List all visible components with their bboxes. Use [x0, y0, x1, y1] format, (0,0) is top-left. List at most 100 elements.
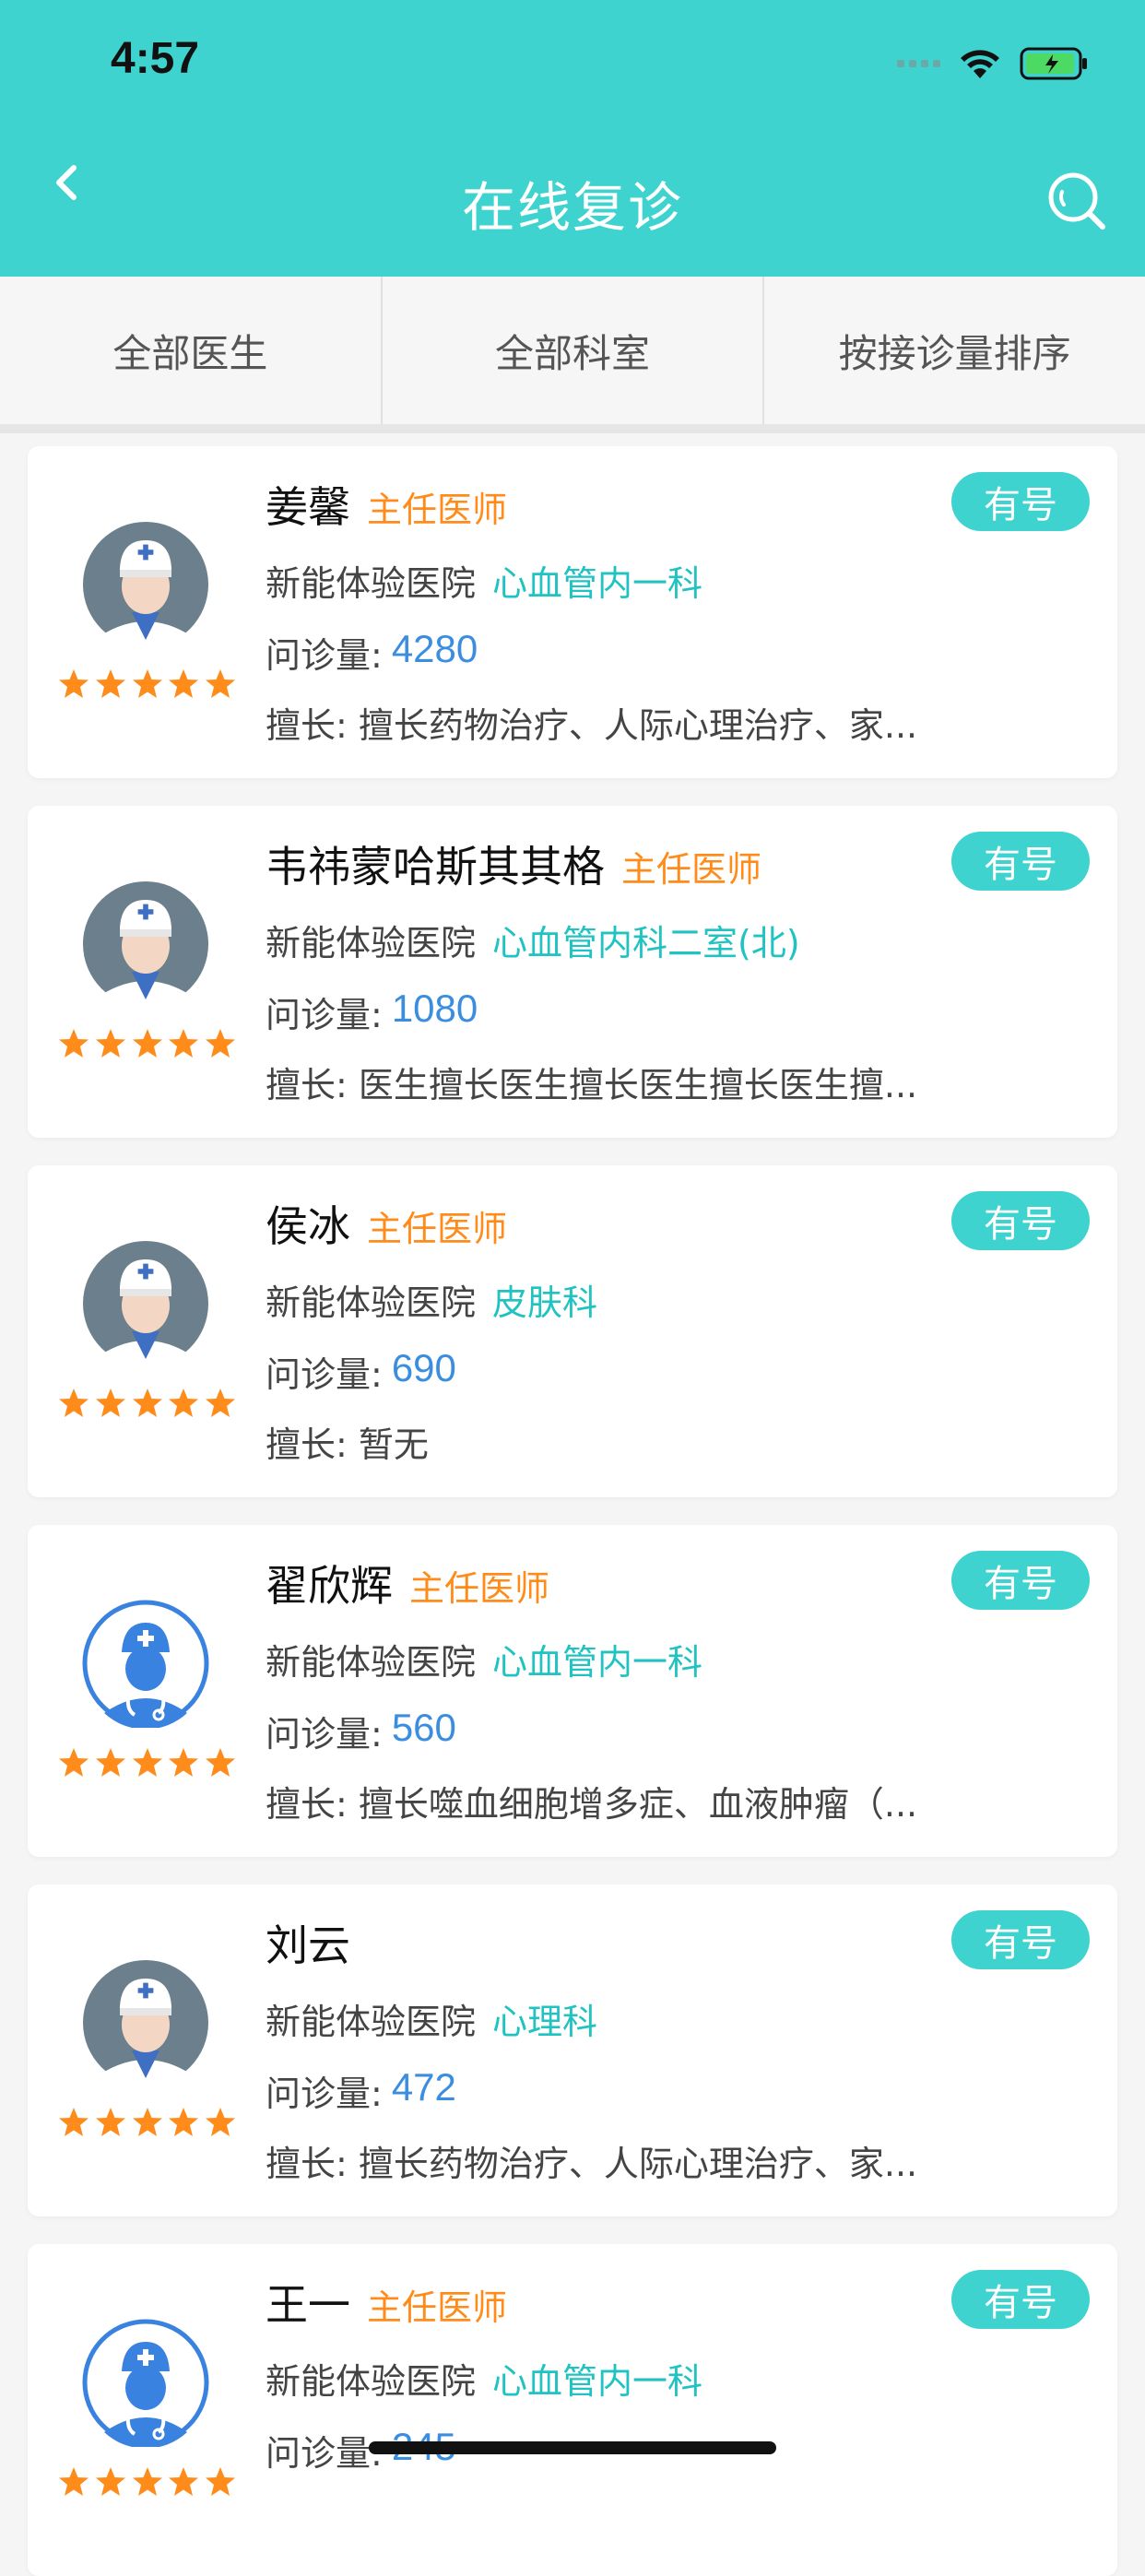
consultation-count: 472 — [391, 2065, 456, 2109]
rating-star-icon — [206, 2108, 235, 2136]
rating-star-icon — [169, 2467, 199, 2496]
doctor-avatar — [81, 2318, 210, 2449]
rating-star-icon — [169, 1388, 199, 1417]
doctor-name: 翟欣辉 — [266, 1561, 393, 1611]
rating-star-icon — [132, 2108, 162, 2136]
rating-star-icon — [206, 1748, 235, 1777]
doctor-rank: 主任医师 — [367, 2287, 508, 2328]
rating-star-icon — [132, 1388, 162, 1417]
rating-stars — [57, 1027, 237, 1062]
doctor-card[interactable]: 王一 主任医师 新能体验医院 心血管内一科 问诊量: 245 有号 — [28, 2244, 1117, 2576]
rating-star-icon — [95, 2108, 125, 2136]
department-name: 心血管内一科 — [492, 2361, 703, 2402]
rating-star-icon — [206, 2467, 235, 2496]
search-icon[interactable] — [1044, 168, 1110, 234]
department-name: 皮肤科 — [492, 1282, 598, 1323]
hospital-line: 新能体验医院 心血管内一科 — [266, 555, 702, 606]
department-name: 心血管内科二室(北) — [492, 923, 800, 963]
consultation-count-line: 问诊量: 472 — [266, 2065, 456, 2116]
available-badge[interactable]: 有号 — [951, 472, 1090, 531]
hospital-line: 新能体验医院 心血管内科二室(北) — [266, 915, 800, 965]
consultation-count: 4280 — [391, 627, 478, 670]
available-badge[interactable]: 有号 — [951, 2270, 1090, 2329]
rating-stars — [57, 1746, 237, 1781]
tab-sort-by-consultations[interactable]: 按接诊量排序 — [764, 277, 1145, 424]
doctor-name: 王一 — [266, 2280, 350, 2330]
hospital-line: 新能体验医院 心血管内一科 — [266, 1634, 702, 1684]
rating-star-icon — [59, 1748, 89, 1777]
rating-star-icon — [59, 1029, 89, 1058]
wifi-icon — [961, 50, 999, 78]
rating-star-icon — [132, 1748, 162, 1777]
doctor-rank: 主任医师 — [621, 849, 762, 890]
tab-all-departments[interactable]: 全部科室 — [383, 277, 765, 424]
doctor-card[interactable]: 翟欣辉 主任医师 新能体验医院 心血管内一科 问诊量: 560 擅长: 擅长噬血… — [28, 1525, 1117, 1857]
count-label: 问诊量: — [266, 2074, 383, 2114]
tab-all-doctors[interactable]: 全部医生 — [0, 277, 383, 424]
department-name: 心血管内一科 — [492, 563, 703, 604]
count-label: 问诊量: — [266, 2433, 383, 2474]
hospital-name: 新能体验医院 — [266, 923, 477, 963]
rating-stars — [57, 2465, 237, 2500]
available-badge[interactable]: 有号 — [951, 1551, 1090, 1610]
rating-star-icon — [95, 1748, 125, 1777]
hospital-line: 新能体验医院 心血管内一科 — [266, 2353, 702, 2404]
hospital-name: 新能体验医院 — [266, 2361, 477, 2402]
rating-star-icon — [206, 1388, 235, 1417]
hospital-name: 新能体验医院 — [266, 563, 477, 604]
count-label: 问诊量: — [266, 995, 383, 1035]
rating-star-icon — [169, 669, 199, 698]
hospital-line: 新能体验医院 皮肤科 — [266, 1274, 597, 1325]
doctor-card[interactable]: 姜馨 主任医师 新能体验医院 心血管内一科 问诊量: 4280 擅长: 擅长药物… — [28, 446, 1117, 778]
name-line: 翟欣辉 主任医师 — [266, 1553, 549, 1613]
consultation-count-line: 问诊量: 690 — [266, 1346, 456, 1397]
rating-stars — [57, 2106, 237, 2141]
doctor-name: 侯冰 — [266, 1201, 350, 1251]
doctor-card[interactable]: 刘云 新能体验医院 心理科 问诊量: 472 擅长: 擅长药物治疗、人际心理治疗… — [28, 1885, 1117, 2216]
rating-star-icon — [169, 1748, 199, 1777]
status-icons — [897, 41, 1090, 87]
doctor-rank: 主任医师 — [367, 490, 508, 530]
name-line: 姜馨 主任医师 — [266, 474, 507, 535]
rating-star-icon — [59, 2467, 89, 2496]
hospital-line: 新能体验医院 心理科 — [266, 1993, 597, 2044]
count-label: 问诊量: — [266, 635, 383, 676]
doctor-rank: 主任医师 — [409, 1568, 550, 1609]
doctor-card[interactable]: 侯冰 主任医师 新能体验医院 皮肤科 问诊量: 690 擅长: 暂无 有号 — [28, 1165, 1117, 1497]
name-line: 刘云 — [266, 1912, 367, 1973]
name-line: 王一 主任医师 — [266, 2272, 507, 2333]
rating-star-icon — [95, 669, 125, 698]
rating-stars — [57, 668, 237, 703]
doctor-avatar — [81, 520, 210, 649]
rating-star-icon — [59, 1388, 89, 1417]
page-title: 在线复诊 — [461, 176, 683, 239]
rating-star-icon — [95, 1029, 125, 1058]
rating-star-icon — [132, 1029, 162, 1058]
signal-icon — [897, 60, 940, 67]
specialty-text: 擅长: 擅长噬血细胞增多症、血液肿瘤（... — [266, 1784, 918, 1825]
available-badge[interactable]: 有号 — [951, 1910, 1090, 1969]
doctor-name: 韦祎蒙哈斯其其格 — [266, 842, 605, 892]
consultation-count: 560 — [391, 1706, 456, 1749]
name-line: 侯冰 主任医师 — [266, 1193, 507, 1254]
rating-star-icon — [59, 669, 89, 698]
available-badge[interactable]: 有号 — [951, 832, 1090, 891]
hospital-name: 新能体验医院 — [266, 1282, 477, 1323]
rating-star-icon — [206, 1029, 235, 1058]
doctor-card[interactable]: 韦祎蒙哈斯其其格 主任医师 新能体验医院 心血管内科二室(北) 问诊量: 108… — [28, 806, 1117, 1138]
available-badge[interactable]: 有号 — [951, 1191, 1090, 1250]
doctor-name: 姜馨 — [266, 482, 350, 532]
doctor-avatar — [81, 1958, 210, 2087]
header-bar: 4:57 在线复诊 — [0, 0, 1145, 277]
consultation-count: 690 — [391, 1346, 456, 1389]
specialty-text: 擅长: 擅长药物治疗、人际心理治疗、家... — [266, 705, 918, 746]
count-label: 问诊量: — [266, 1354, 383, 1395]
rating-stars — [57, 1387, 237, 1422]
doctor-avatar — [81, 1599, 210, 1730]
consultation-count-line: 问诊量: 1080 — [266, 987, 478, 1037]
rating-star-icon — [132, 669, 162, 698]
specialty-text: 擅长: 暂无 — [266, 1424, 429, 1465]
specialty-text: 擅长: 医生擅长医生擅长医生擅长医生擅... — [266, 1065, 918, 1105]
doctor-rank: 主任医师 — [367, 1209, 508, 1249]
battery-icon — [1020, 47, 1087, 80]
